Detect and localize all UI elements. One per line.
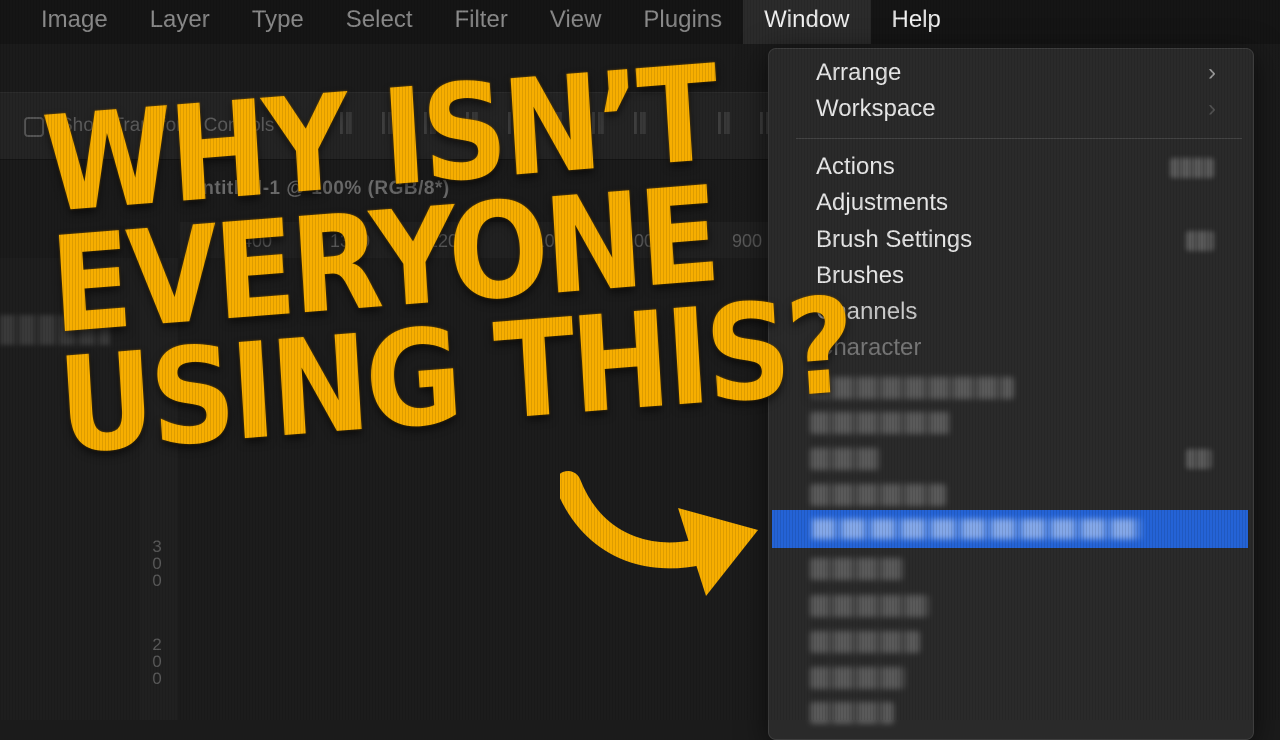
blurred-menu-item[interactable] [810, 667, 906, 689]
blurred-menu-item[interactable] [810, 448, 880, 470]
blurred-menu-item[interactable] [810, 702, 894, 724]
menu-separator [796, 138, 1242, 139]
blurred-menu-item[interactable] [810, 484, 946, 506]
menu-filter[interactable]: Filter [433, 0, 528, 44]
menu-item-brush-settings[interactable]: Brush Settings [816, 225, 972, 255]
highlighted-blurred-label [812, 519, 1142, 539]
blurred-menu-item[interactable] [810, 595, 930, 617]
menu-select[interactable]: Select [325, 0, 434, 44]
menu-layer[interactable]: Layer [129, 0, 231, 44]
menu-bar: Image Layer Type Select Filter View Plug… [0, 0, 1280, 44]
blurred-menu-item[interactable] [810, 558, 904, 580]
shortcut-label [1170, 158, 1214, 178]
shortcut-label [1186, 231, 1214, 251]
menu-item-actions[interactable]: Actions [816, 152, 895, 182]
menu-image[interactable]: Image [0, 0, 129, 44]
ruler-tick: 200 [152, 635, 162, 688]
chevron-right-icon: › [1208, 95, 1216, 122]
menu-type[interactable]: Type [231, 0, 325, 44]
blurred-menu-item[interactable] [810, 631, 920, 653]
menu-window[interactable]: Window [743, 0, 871, 44]
menu-item-adjustments[interactable]: Adjustments [816, 188, 948, 218]
menu-help[interactable]: Help [871, 0, 962, 44]
curved-arrow-icon [560, 471, 758, 596]
shortcut-label [1186, 449, 1212, 469]
menu-view[interactable]: View [529, 0, 623, 44]
menu-item-workspace[interactable]: Workspace [816, 94, 936, 124]
menu-item-arrange[interactable]: Arrange [816, 58, 901, 88]
thumbnail-headline: WHY ISN’T EVERYONE USING THIS? [39, 36, 856, 484]
ruler-tick: 300 [152, 537, 162, 590]
chevron-right-icon: › [1208, 59, 1216, 86]
